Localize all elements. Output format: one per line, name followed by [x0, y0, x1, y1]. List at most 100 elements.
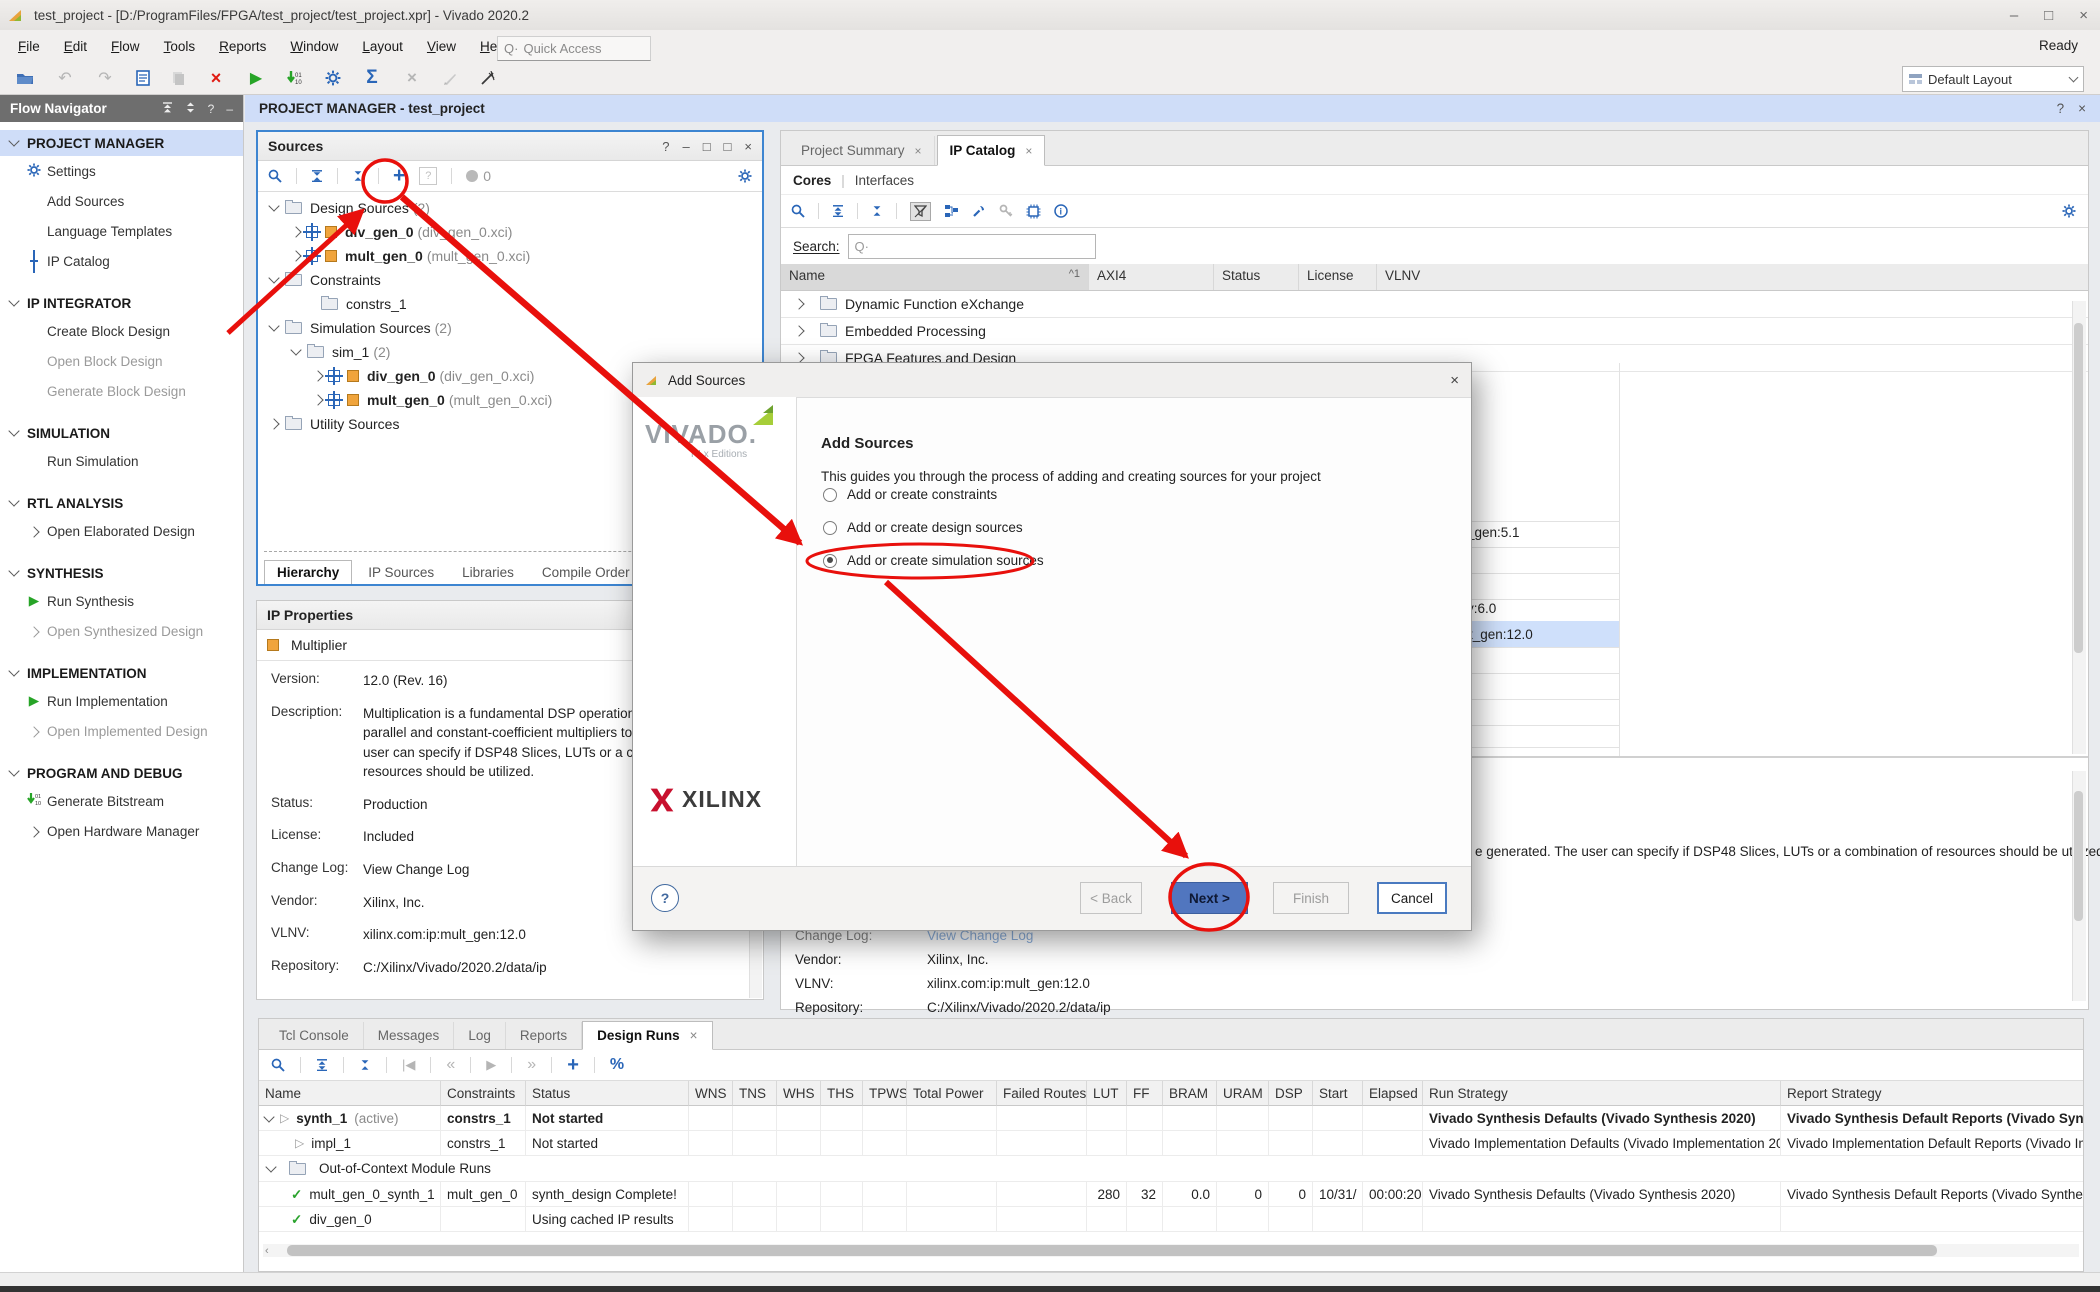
column-status[interactable]: Status [1214, 264, 1299, 290]
scrollbar-thumb[interactable] [287, 1245, 1937, 1256]
sigma-report-icon[interactable]: Σ [363, 67, 381, 89]
window-minimize-button[interactable]: – [2010, 7, 2018, 24]
column-header[interactable]: LUT [1087, 1081, 1127, 1106]
collapse-all-icon[interactable] [316, 1059, 328, 1071]
sidebar-item-open-elaborated-design[interactable]: Open Elaborated Design [0, 516, 243, 546]
catalog-row-embedded[interactable]: Embedded Processing [781, 318, 2088, 345]
sidebar-item-synthesis[interactable]: SYNTHESIS [0, 560, 243, 586]
sidebar-item-ip-catalog[interactable]: IP Catalog [0, 246, 243, 276]
run-icon[interactable]: ▶ [247, 68, 265, 88]
close-icon[interactable]: × [744, 139, 752, 154]
sidebar-item-settings[interactable]: Settings [0, 156, 243, 186]
collapse-all-icon[interactable] [832, 205, 844, 217]
help-icon[interactable]: ? [2057, 101, 2065, 116]
column-name[interactable]: Name^1 [781, 264, 1089, 290]
filter-toggle[interactable] [910, 202, 931, 221]
collapse-all-icon[interactable] [162, 102, 173, 113]
open-folder-icon[interactable] [16, 71, 34, 85]
menu-window[interactable]: Window [278, 35, 350, 58]
quick-access-search[interactable]: Q· Quick Access [497, 36, 651, 61]
option-add-design-sources[interactable]: Add or create design sources [823, 520, 1023, 535]
chip-icon[interactable] [1026, 204, 1041, 219]
sidebar-item-project-manager[interactable]: PROJECT MANAGER [0, 130, 243, 156]
table-row-div-gen-0[interactable]: ✓div_gen_0 Using cached IP results [259, 1207, 2083, 1232]
expand-all-icon[interactable] [871, 205, 883, 217]
tree-item-constraints[interactable]: Constraints [258, 268, 762, 292]
close-icon[interactable]: × [1025, 144, 1032, 158]
sidebar-item-open-implemented-design[interactable]: Open Implemented Design [0, 716, 243, 746]
scroll-left-icon[interactable]: ‹ [265, 1245, 269, 1257]
search-input[interactable]: Q· [848, 234, 1096, 259]
column-license[interactable]: License [1299, 264, 1377, 290]
settings-gear-icon[interactable] [738, 169, 752, 183]
radio-icon[interactable] [823, 521, 837, 535]
tree-item-div-gen-0[interactable]: div_gen_0 (div_gen_0.xci) [258, 220, 762, 244]
radio-selected-icon[interactable] [823, 554, 837, 568]
generate-bitstream-icon[interactable]: 0110 [287, 70, 303, 86]
close-icon[interactable]: × [915, 144, 922, 158]
scrollbar-vertical[interactable] [2072, 301, 2086, 754]
table-row-ooc-group[interactable]: Out-of-Context Module Runs [259, 1156, 2083, 1182]
tab-reports[interactable]: Reports [506, 1022, 582, 1049]
tab-compile-order[interactable]: Compile Order [530, 561, 642, 584]
column-header[interactable]: Status [526, 1081, 689, 1106]
sidebar-item-open-synthesized-design[interactable]: Open Synthesized Design [0, 616, 243, 646]
undo-icon[interactable]: ↶ [56, 68, 74, 88]
column-header[interactable]: Elapsed [1363, 1081, 1423, 1106]
add-sources-button[interactable]: + [393, 166, 405, 186]
tab-ip-sources[interactable]: IP Sources [356, 561, 446, 584]
column-header[interactable]: THS [821, 1081, 863, 1106]
sidebar-item-rtl-analysis[interactable]: RTL ANALYSIS [0, 490, 243, 516]
copy-icon[interactable] [172, 71, 185, 86]
column-header[interactable]: Report Strategy [1781, 1081, 2083, 1106]
settings-gear-icon[interactable] [325, 70, 341, 86]
search-icon[interactable] [268, 169, 282, 183]
cancel-button[interactable]: Cancel [1377, 882, 1447, 914]
column-header[interactable]: URAM [1217, 1081, 1269, 1106]
menu-reports[interactable]: Reports [207, 35, 278, 58]
column-header[interactable]: WHS [777, 1081, 821, 1106]
group-hierarchy-icon[interactable] [944, 204, 959, 218]
expand-all-icon[interactable] [185, 102, 196, 113]
selected-catalog-row[interactable]: t_gen:12.0 [1469, 621, 1619, 647]
expand-all-icon[interactable] [359, 1059, 371, 1071]
dialog-help-button[interactable]: ? [651, 884, 679, 912]
tab-ip-catalog[interactable]: IP Catalog × [937, 135, 1046, 166]
help-icon[interactable]: ? [208, 102, 215, 116]
tab-libraries[interactable]: Libraries [450, 561, 526, 584]
tab-project-summary[interactable]: Project Summary × [789, 136, 935, 165]
tab-hierarchy[interactable]: Hierarchy [264, 560, 352, 584]
column-header[interactable]: WNS [689, 1081, 733, 1106]
column-header[interactable]: Name [259, 1081, 441, 1106]
maximize-icon[interactable]: □ [703, 139, 711, 154]
menu-layout[interactable]: Layout [350, 35, 415, 58]
sidebar-item-open-hardware-manager[interactable]: Open Hardware Manager [0, 816, 243, 846]
menu-view[interactable]: View [415, 35, 468, 58]
menu-file[interactable]: File [6, 35, 52, 58]
column-vlnv[interactable]: VLNV [1377, 264, 2088, 290]
table-row-impl-1[interactable]: ▷impl_1 constrs_1 Not started Vivado Imp… [259, 1131, 2083, 1156]
column-axi4[interactable]: AXI4 [1089, 264, 1214, 290]
float-icon[interactable]: □ [724, 139, 732, 154]
catalog-row-dfx[interactable]: Dynamic Function eXchange [781, 291, 2088, 318]
sidebar-item-ip-integrator[interactable]: IP INTEGRATOR [0, 290, 243, 316]
sources-panel-header[interactable]: Sources ? – □ □ × [258, 132, 762, 161]
add-run-button[interactable]: + [567, 1054, 579, 1077]
table-row-synth-1[interactable]: ▷synth_1 (active) constrs_1 Not started … [259, 1106, 2083, 1131]
expand-all-icon[interactable] [352, 170, 364, 182]
minimize-panel-icon[interactable]: – [226, 102, 233, 116]
column-header[interactable]: TNS [733, 1081, 777, 1106]
sidebar-item-open-block-design[interactable]: Open Block Design [0, 346, 243, 376]
tree-item-sim-1[interactable]: sim_1 (2) [258, 340, 762, 364]
sidebar-item-generate-block-design[interactable]: Generate Block Design [0, 376, 243, 406]
window-maximize-button[interactable]: □ [2044, 7, 2053, 24]
help-icon[interactable]: ? [662, 139, 669, 154]
tree-item-constrs-1[interactable]: constrs_1 [258, 292, 762, 316]
column-header[interactable]: Start [1313, 1081, 1363, 1106]
back-button[interactable]: < Back [1080, 882, 1142, 914]
tab-tcl-console[interactable]: Tcl Console [265, 1022, 364, 1049]
tab-messages[interactable]: Messages [364, 1022, 455, 1049]
search-icon[interactable] [271, 1058, 285, 1072]
column-header[interactable]: FF [1127, 1081, 1163, 1106]
info-icon[interactable]: i [1054, 204, 1068, 218]
